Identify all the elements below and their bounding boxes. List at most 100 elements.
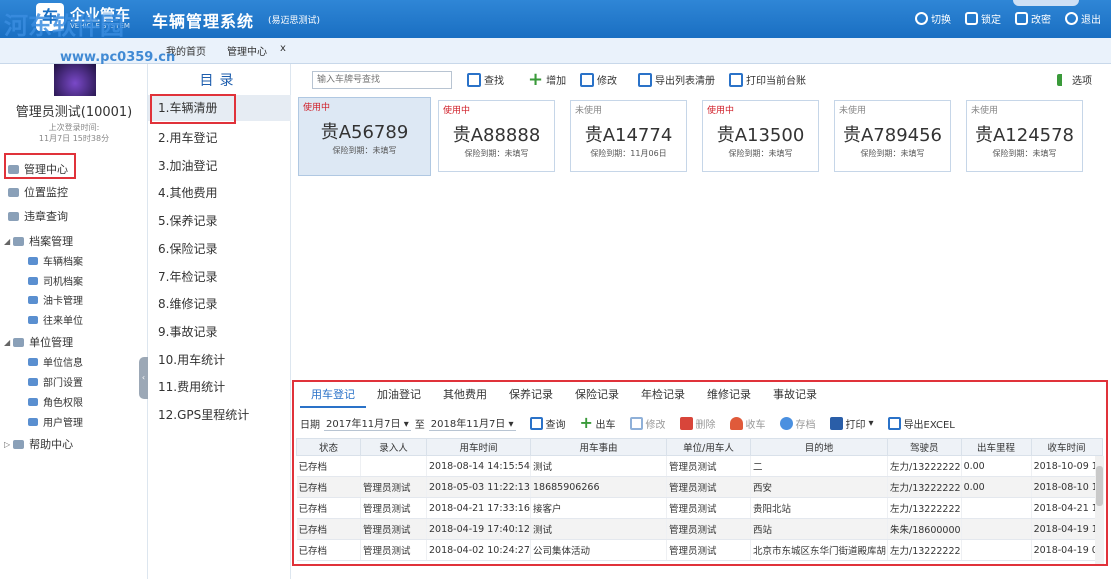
col-reason[interactable]: 用车事由 (530, 438, 667, 456)
print-button[interactable]: 打印 ▾ (829, 416, 874, 431)
dir-item[interactable]: 10.用车统计 (148, 347, 291, 373)
query-button[interactable]: 查询 (529, 416, 566, 431)
tab-close-icon[interactable]: x (280, 43, 286, 54)
nav-archives[interactable]: ◢ 档案管理 (4, 233, 73, 249)
nav-org-info[interactable]: 单位信息 (28, 354, 83, 369)
dir-item[interactable]: 7.年检记录 (148, 264, 291, 290)
scrollbar-thumb[interactable] (1096, 466, 1103, 506)
table-scrollbar[interactable] (1095, 456, 1104, 564)
tab-accident[interactable]: 事故记录 (762, 384, 828, 408)
card-plate: 贵A88888 (452, 125, 541, 146)
nav-label: 部门设置 (43, 378, 83, 389)
tab-annual-inspection[interactable]: 年检记录 (630, 384, 696, 408)
nav-violation[interactable]: 违章查询 (8, 208, 68, 224)
nav-driver-archive[interactable]: 司机档案 (28, 273, 83, 288)
main-panel: 查找 +增加 修改 导出列表清册 打印当前台账 选项 使用中 贵A56789 保… (292, 64, 1111, 579)
edit-label: 修改 (597, 76, 617, 87)
dir-item[interactable]: 4.其他费用 (148, 180, 291, 206)
edit-button[interactable]: 修改 (580, 72, 617, 87)
col-unit-user[interactable]: 单位/用车人 (666, 438, 751, 456)
nav-org[interactable]: ◢ 单位管理 (4, 334, 73, 350)
export-excel-button[interactable]: 导出EXCEL (887, 416, 955, 431)
col-use-time[interactable]: 用车时间 (426, 438, 531, 456)
exit-button[interactable]: 退出 (1065, 11, 1101, 26)
nav-dept[interactable]: 部门设置 (28, 374, 83, 389)
col-return-time[interactable]: 收车时间 (1030, 438, 1103, 456)
add-button[interactable]: + 增加 (528, 68, 566, 90)
usage-records-panel: 用车登记 加油登记 其他费用 保养记录 保险记录 年检记录 维修记录 事故记录 … (292, 380, 1108, 566)
col-driver[interactable]: 驾驶员 (887, 438, 962, 456)
nav-label: 单位管理 (29, 336, 74, 349)
dir-item[interactable]: 11.费用统计 (148, 374, 291, 400)
delete-button[interactable]: 删除 (679, 416, 716, 431)
tab-insurance[interactable]: 保险记录 (564, 384, 630, 408)
export-icon (887, 416, 901, 430)
dir-item[interactable]: 6.保险记录 (148, 236, 291, 262)
dir-item[interactable]: 3.加油登记 (148, 153, 291, 179)
tab-maintenance[interactable]: 保养记录 (498, 384, 564, 408)
vehicle-card[interactable]: 未使用 贵A124578 保险到期：未填写 (966, 100, 1083, 172)
nav-partner[interactable]: 往来单位 (28, 312, 83, 327)
tab-usage[interactable]: 用车登记 (300, 384, 366, 408)
nav-role[interactable]: 角色权限 (28, 394, 83, 409)
plus-icon: + (528, 68, 544, 90)
cell: 左力/13222222 (887, 539, 962, 561)
nav-label: 往来单位 (43, 316, 83, 327)
tab-refuel[interactable]: 加油登记 (366, 384, 432, 408)
nav-vehicle-archive[interactable]: 车辆档案 (28, 253, 83, 268)
directory-title: 目录 (199, 73, 240, 89)
window-handle[interactable] (1013, 0, 1079, 6)
query-label: 查询 (545, 419, 566, 431)
return-button[interactable]: 收车 (729, 416, 766, 431)
cell: 2018-04-19 17:40:12 (426, 518, 531, 540)
col-entered-by[interactable]: 录入人 (360, 438, 427, 456)
nav-fuelcard[interactable]: 油卡管理 (28, 292, 83, 307)
table-row[interactable]: 已存档 2018-08-14 14:15:54 测试 管理员测试二左力/1322222… (296, 455, 1103, 477)
collapse-sidebar-button[interactable]: ‹ (139, 357, 148, 399)
dir-item[interactable]: 8.维修记录 (148, 291, 291, 317)
find-button[interactable]: 查找 (467, 72, 504, 87)
cell: 管理员测试 (360, 539, 427, 561)
nav-users[interactable]: 用户管理 (28, 414, 83, 429)
tab-other-costs[interactable]: 其他费用 (432, 384, 498, 408)
nav-location[interactable]: 位置监控 (8, 184, 68, 200)
change-password-button[interactable]: 改密 (1015, 11, 1051, 26)
table-row[interactable]: 已存档 管理员测试 2018-04-02 10:24:27 公司集体活动 管理员测试 北京… (296, 539, 1103, 561)
date-to-picker[interactable]: 2018年11月7日 ▾ (428, 415, 516, 431)
tab-home[interactable]: 我的首页 (166, 43, 206, 58)
folder-icon (28, 256, 38, 265)
trash-icon (679, 416, 693, 430)
switch-button[interactable]: 切换 (915, 11, 951, 26)
options-button[interactable]: 选项 (1057, 72, 1092, 87)
dir-item[interactable]: 12.GPS里程统计 (148, 402, 291, 428)
vehicle-card[interactable]: 使用中 贵A13500 保险到期：未填写 (702, 100, 819, 172)
dir-item[interactable]: 5.保养记录 (148, 208, 291, 234)
dispatch-button[interactable]: + 出车 (580, 414, 616, 431)
table-row[interactable]: 已存档 管理员测试 2018-05-03 11:22:13 18685906266 管理… (296, 476, 1103, 498)
lock-button[interactable]: 锁定 (965, 11, 1001, 26)
avatar[interactable] (54, 64, 96, 96)
export-list-button[interactable]: 导出列表清册 (638, 72, 715, 87)
date-from-picker[interactable]: 2017年11月7日 ▾ (324, 415, 411, 431)
vehicle-card[interactable]: 使用中 贵A56789 保险到期：未填写 (298, 97, 431, 176)
col-out-mileage[interactable]: 出车里程 (960, 438, 1032, 456)
cell: 管理员测试 (666, 476, 751, 498)
search-icon (467, 72, 481, 87)
dir-item[interactable]: 9.事故记录 (148, 319, 291, 345)
table-row[interactable]: 已存档 管理员测试 2018-04-19 17:40:12 测试 管理员测试 西站 朱朱/1… (296, 518, 1103, 540)
edit-record-button[interactable]: 修改 (629, 416, 666, 431)
nav-help[interactable]: ▷ 帮助中心 (4, 436, 73, 452)
col-status[interactable]: 状态 (296, 438, 361, 456)
dir-item[interactable]: 2.用车登记 (148, 125, 291, 151)
vehicle-card[interactable]: 未使用 贵A789456 保险到期：未填写 (834, 100, 951, 172)
vehicle-card[interactable]: 未使用 贵A14774 保险到期：11月06日 (570, 100, 687, 172)
tab-repair[interactable]: 维修记录 (696, 384, 762, 408)
vehicle-card[interactable]: 使用中 贵A88888 保险到期：未填写 (438, 100, 555, 172)
col-destination[interactable]: 目的地 (750, 438, 888, 456)
table-row[interactable]: 已存档 管理员测试 2018-04-21 17:33:16 接客户 管理员测试 贵阳北站左… (296, 497, 1103, 519)
print-ledger-button[interactable]: 打印当前台账 (729, 72, 806, 87)
plate-search-input[interactable] (312, 71, 452, 89)
archive-button[interactable]: 存档 (779, 416, 816, 431)
tab-management-center[interactable]: 管理中心 (227, 43, 267, 58)
card-insurance: 保险到期：未填写 (992, 149, 1057, 158)
